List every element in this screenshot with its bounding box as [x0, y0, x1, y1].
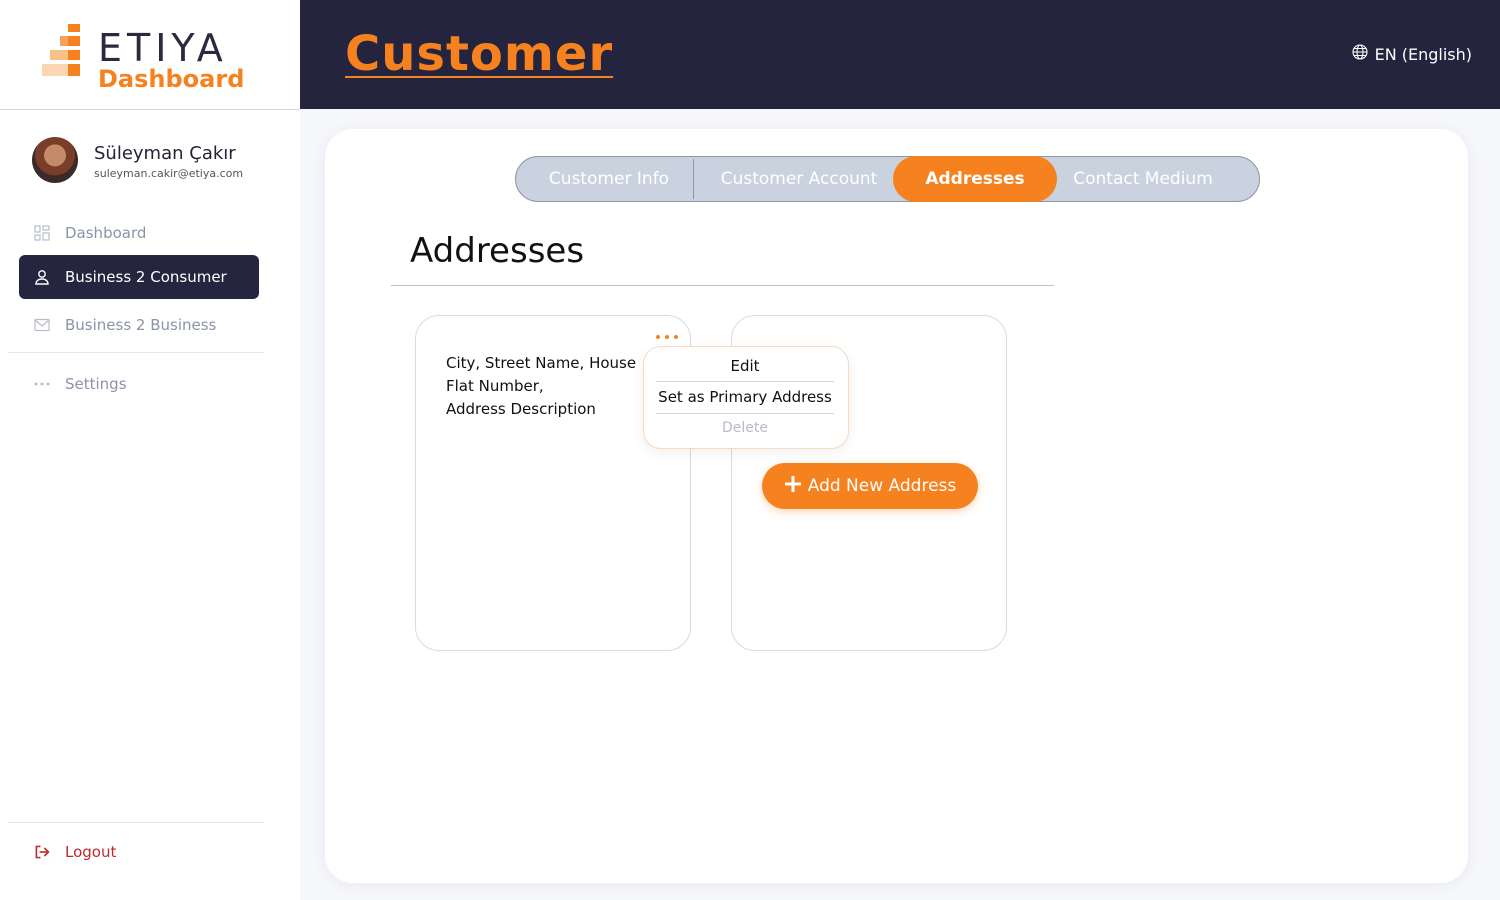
sidebar-item-label: Dashboard — [65, 224, 147, 242]
sidebar-item-label: Settings — [65, 375, 127, 393]
user-profile: Süleyman Çakır suleyman.cakir@etiya.com — [32, 137, 282, 187]
sidebar: ETIYA Dashboard Süleyman Çakır suleyman.… — [0, 0, 300, 900]
main-panel: Customer Info Customer Account Addresses… — [325, 129, 1468, 883]
user-icon — [34, 269, 50, 285]
section-divider — [391, 285, 1054, 286]
globe-icon — [1352, 44, 1368, 64]
top-header: Customer EN (English) — [300, 0, 1500, 109]
grid-icon — [34, 225, 50, 241]
address-context-menu: Edit Set as Primary Address Delete — [643, 346, 849, 449]
sidebar-item-business-2-business[interactable]: Business 2 Business — [19, 303, 259, 347]
section-title: Addresses — [410, 231, 585, 271]
more-options-icon[interactable] — [656, 331, 678, 343]
tab-bar: Customer Info Customer Account Addresses… — [515, 156, 1260, 202]
sidebar-item-label: Business 2 Consumer — [65, 268, 227, 286]
add-new-address-button[interactable]: Add New Address — [762, 463, 978, 509]
sidebar-divider — [8, 352, 264, 353]
add-button-label: Add New Address — [807, 476, 957, 496]
logout-icon — [34, 844, 50, 860]
menu-item-set-primary[interactable]: Set as Primary Address — [656, 388, 834, 406]
tab-addresses[interactable]: Addresses — [893, 156, 1057, 202]
address-text: City, Street Name, House Flat Number, Ad… — [446, 352, 636, 421]
etiya-logo-icon — [42, 24, 84, 78]
sidebar-item-label: Business 2 Business — [65, 316, 217, 334]
brand-subtitle: Dashboard — [98, 65, 245, 93]
brand-area: ETIYA Dashboard — [0, 0, 300, 110]
address-line: Flat Number, — [446, 377, 544, 395]
language-selector[interactable]: EN (English) — [1352, 44, 1472, 64]
sidebar-item-business-2-consumer[interactable]: Business 2 Consumer — [19, 255, 259, 299]
language-label: EN (English) — [1374, 44, 1472, 64]
address-line: Address Description — [446, 400, 596, 418]
avatar — [32, 137, 78, 183]
tab-divider — [693, 159, 694, 199]
menu-divider — [656, 413, 834, 414]
menu-divider — [656, 381, 834, 382]
address-line: City, Street Name, House — [446, 354, 637, 372]
logout-button[interactable]: Logout — [19, 830, 259, 874]
sidebar-item-dashboard[interactable]: Dashboard — [19, 211, 259, 255]
tab-customer-info[interactable]: Customer Info — [516, 157, 702, 201]
user-email: suleyman.cakir@etiya.com — [94, 167, 244, 180]
menu-item-delete[interactable]: Delete — [656, 420, 834, 436]
sidebar-item-settings[interactable]: Settings — [19, 362, 259, 406]
user-name: Süleyman Çakır — [94, 143, 236, 164]
tab-contact-medium[interactable]: Contact Medium — [1057, 157, 1229, 201]
mail-icon — [34, 317, 50, 333]
more-icon — [34, 376, 50, 392]
plus-icon — [784, 475, 802, 498]
brand-name: ETIYA — [98, 26, 228, 70]
sidebar-divider — [8, 822, 264, 823]
menu-item-edit[interactable]: Edit — [656, 357, 834, 375]
logout-label: Logout — [65, 843, 117, 861]
page-title: Customer — [345, 26, 614, 82]
tab-customer-account[interactable]: Customer Account — [702, 157, 896, 201]
